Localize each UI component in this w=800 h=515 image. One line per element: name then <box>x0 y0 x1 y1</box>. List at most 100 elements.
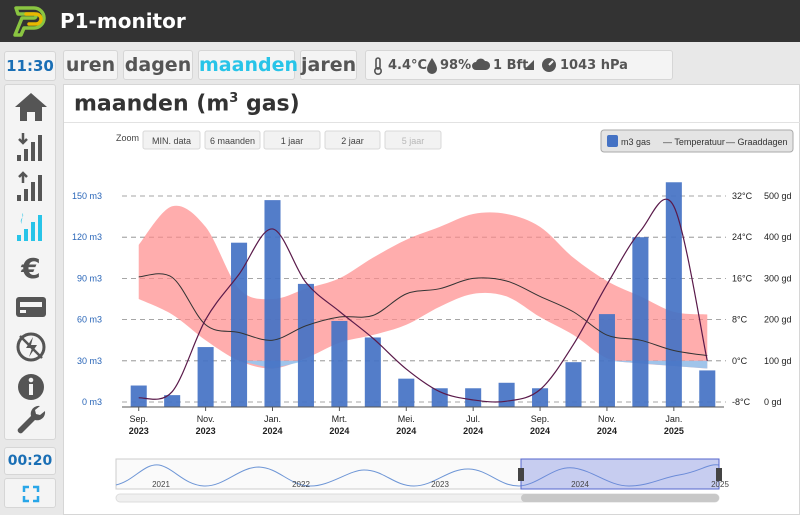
wind-cloud-icon <box>472 58 490 70</box>
gas-bar <box>364 337 381 407</box>
app-title: P1-monitor <box>60 9 186 33</box>
title-separator <box>64 122 800 123</box>
x-tick-year: 2024 <box>463 426 483 436</box>
y-left-tick: 30 m3 <box>77 356 102 366</box>
clock: 11:30 <box>4 51 56 81</box>
y-temp-tick: 24°C <box>732 232 753 242</box>
zoom-button-label-0: MIN. data <box>152 136 191 146</box>
x-tick-month: Jan. <box>665 414 682 424</box>
gas-bar <box>699 370 716 407</box>
gas-bar <box>231 242 248 407</box>
thermometer-icon <box>374 57 382 75</box>
y-temp-tick: 32°C <box>732 191 753 201</box>
temperature-band <box>138 205 708 369</box>
x-tick-year: 2023 <box>196 426 216 436</box>
x-tick-month: Mrt. <box>332 414 348 424</box>
x-tick-year: 2024 <box>262 426 282 436</box>
legend-gas: m3 gas <box>621 137 651 147</box>
x-tick-year: 2023 <box>129 426 149 436</box>
page-title: maanden (m3 gas) <box>74 91 300 117</box>
y-left-tick: 120 m3 <box>72 232 102 242</box>
gas-chart: Zoom MIN. data 6 maanden 1 jaar 2 jaar 5 jaar… <box>72 129 794 503</box>
navigator-label: 2021 <box>152 480 170 489</box>
gas-bar <box>197 347 214 407</box>
settings-icon[interactable] <box>11 401 51 437</box>
navigator-label: 2025 <box>711 480 729 489</box>
gas-bar <box>130 385 147 407</box>
x-tick-year: 2024 <box>597 426 617 436</box>
navigator-handle-left <box>518 468 524 481</box>
tab-uren[interactable]: uren <box>63 50 118 80</box>
y-gd-tick: 400 gd <box>764 232 792 242</box>
wind-direction-icon <box>524 60 534 70</box>
fullscreen-button[interactable] <box>4 478 56 508</box>
y-left-tick: 90 m3 <box>77 273 102 283</box>
chart-legend[interactable]: m3 gas — Temperatuur — Graaddagen <box>600 129 794 153</box>
navigator-label: 2023 <box>431 480 449 489</box>
zoom-label: Zoom <box>116 133 139 143</box>
gas-bar <box>331 320 348 407</box>
gas-bar <box>665 182 682 407</box>
tab-maanden[interactable]: maanden <box>198 50 298 80</box>
home-icon[interactable] <box>11 89 51 125</box>
pressure-value: 1043 hPa <box>560 58 628 73</box>
x-tick-month: Sep. <box>531 414 550 424</box>
gas-bar <box>297 283 314 407</box>
svg-text:€: € <box>20 252 40 285</box>
humidity-value: 98% <box>440 58 472 73</box>
y-left-tick: 60 m3 <box>77 315 102 325</box>
zoom-controls: Zoom MIN. data 6 maanden 1 jaar 2 jaar 5 jaar <box>116 130 442 150</box>
top-bar: P1-monitor <box>0 0 800 42</box>
y-gd-tick: 200 gd <box>764 315 792 325</box>
x-tick-month: Nov. <box>598 414 616 424</box>
info-icon[interactable] <box>11 369 51 405</box>
y-gd-tick: 500 gd <box>764 191 792 201</box>
weather-bar: 4.4°C 98% 1 Bft 1043 hPa <box>365 50 673 80</box>
tab-dagen[interactable]: dagen <box>123 50 193 80</box>
humidity-icon <box>427 58 437 74</box>
pressure-gauge-icon <box>542 58 556 72</box>
solar-icon[interactable] <box>11 329 51 365</box>
zoom-button-label-2: 1 jaar <box>281 136 304 146</box>
y-temp-tick: -8°C <box>732 397 751 407</box>
zoom-button-label-4: 5 jaar <box>402 136 425 146</box>
navigator[interactable]: 2021 2022 2023 2024 2025 <box>115 458 729 503</box>
fullscreen-icon <box>22 485 40 503</box>
power-delivery-icon[interactable] <box>11 169 51 205</box>
temperature-range-band <box>138 205 708 369</box>
y-temp-tick: 8°C <box>732 315 748 325</box>
navigator-label: 2024 <box>571 480 589 489</box>
x-tick-year: 2025 <box>664 426 684 436</box>
p1-monitor-logo <box>13 6 46 37</box>
x-tick-year: 2024 <box>396 426 416 436</box>
x-tick-year: 2024 <box>329 426 349 436</box>
x-tick-month: Jul. <box>466 414 480 424</box>
zoom-button-label-1: 6 maanden <box>210 136 255 146</box>
euro-icon[interactable]: € <box>11 249 51 285</box>
temperature-value: 4.4°C <box>388 58 428 73</box>
y-temp-tick: 0°C <box>732 356 748 366</box>
navigator-label: 2022 <box>292 480 310 489</box>
y-gd-tick: 0 gd <box>764 397 782 407</box>
y-left-tick: 150 m3 <box>72 191 102 201</box>
y-left-tick: 0 m3 <box>82 397 102 407</box>
chart-panel: maanden (m3 gas) Zoom MIN. data 6 maanden 1… <box>63 84 800 515</box>
meter-icon[interactable] <box>11 289 51 325</box>
tab-jaren[interactable]: jaren <box>300 50 357 80</box>
gas-bar <box>465 388 482 407</box>
y-gd-tick: 300 gd <box>764 273 792 283</box>
zoom-button-label-3: 2 jaar <box>341 136 364 146</box>
legend-temperature: — Temperatuur <box>663 137 725 147</box>
refresh-timer: 00:20 <box>4 447 56 475</box>
x-tick-year: 2024 <box>530 426 550 436</box>
gas-bar <box>632 237 649 407</box>
navigator-selection <box>520 458 720 490</box>
frost-band-1 <box>606 360 708 369</box>
x-tick-month: Sep. <box>129 414 148 424</box>
power-usage-icon[interactable] <box>11 129 51 165</box>
gas-icon[interactable] <box>11 209 51 245</box>
x-tick-month: Mei. <box>398 414 415 424</box>
gas-bar <box>565 362 582 407</box>
gas-bar <box>398 378 415 407</box>
y-gd-tick: 100 gd <box>764 356 792 366</box>
